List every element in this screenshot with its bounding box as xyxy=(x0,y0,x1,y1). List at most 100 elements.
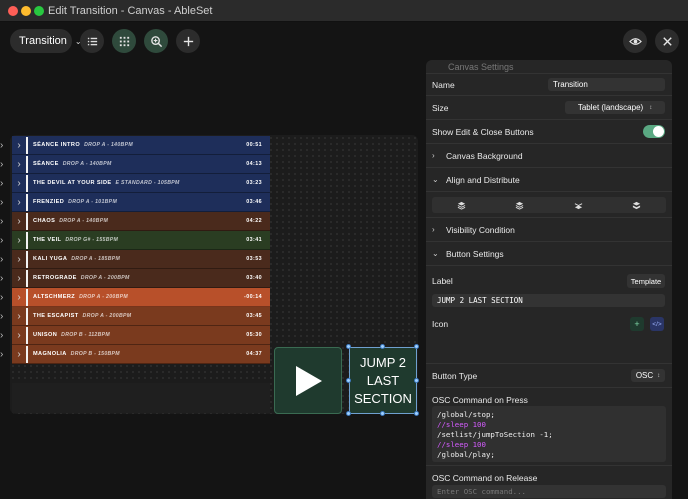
song-name: MAGNOLIA xyxy=(33,351,67,357)
osc-release-input[interactable]: Enter OSC command... xyxy=(432,485,666,498)
chevron-right-icon[interactable]: › xyxy=(12,311,26,322)
close-icon xyxy=(662,36,672,46)
zoom-button[interactable] xyxy=(144,29,168,53)
resize-handle-tr[interactable] xyxy=(414,344,419,349)
row-divider xyxy=(26,326,28,344)
section-align-distribute[interactable]: ⌄ Align and Distribute xyxy=(426,167,672,191)
setlist-row[interactable]: › SÉANCE DROP A - 140BPM 04:13 xyxy=(12,155,270,174)
chevron-right-icon[interactable]: › xyxy=(12,216,26,227)
song-name: SÉANCE INTRO xyxy=(33,142,81,148)
chevron-down-icon: ⌄ xyxy=(432,175,439,184)
song-name: THE DEVIL AT YOUR SIDE xyxy=(33,180,112,186)
canvas-select[interactable]: Transition ⌄ xyxy=(10,29,82,53)
jump-label-line1: JUMP 2 xyxy=(359,354,406,370)
setlist-row[interactable]: › KALI YUGA DROP A - 185BPM 03:53 xyxy=(12,250,270,269)
song-info: DROP A - 140BPM xyxy=(62,161,112,167)
chevron-right-icon[interactable]: › xyxy=(12,292,26,303)
chevron-right-icon[interactable]: › xyxy=(12,197,26,208)
resize-handle-bl[interactable] xyxy=(346,411,351,416)
name-input[interactable]: Transition xyxy=(548,78,665,91)
setlist-row[interactable]: › CHAOS DROP A - 140BPM 04:22 xyxy=(12,212,270,231)
size-select[interactable]: Tablet (landscape) ↕ xyxy=(565,101,665,114)
align-tools-row xyxy=(426,191,672,217)
chevron-right-icon[interactable]: › xyxy=(12,349,26,360)
button-type-row: Button Type OSC ↕ xyxy=(426,363,672,387)
setlist-row[interactable]: › ALTSCHMERZ DROP A - 200BPM -00:14 xyxy=(12,288,270,307)
setlist-row[interactable]: › SÉANCE INTRO DROP A - 140BPM 00:51 xyxy=(12,136,270,155)
setlist-row[interactable]: › THE ESCAPIST DROP A - 200BPM 03:45 xyxy=(12,307,270,326)
setlist-row[interactable]: › THE DEVIL AT YOUR SIDE E STANDARD - 105B… xyxy=(12,174,270,193)
align-right-icon[interactable] xyxy=(574,201,583,210)
close-window-button[interactable] xyxy=(8,6,18,16)
play-button[interactable] xyxy=(274,347,342,414)
setlist-row[interactable]: › MAGNOLIA DROP B - 150BPM 04:37 xyxy=(12,345,270,364)
setlist-row[interactable]: › FRENZIED DROP A - 101BPM 03:46 xyxy=(12,193,270,212)
grid-toggle-button[interactable] xyxy=(112,29,136,53)
resize-handle-tl[interactable] xyxy=(346,344,351,349)
distribute-icon[interactable] xyxy=(632,201,641,210)
song-info: E STANDARD - 105BPM xyxy=(115,180,180,186)
resize-handle-r[interactable] xyxy=(414,378,419,383)
chevron-right-icon[interactable]: › xyxy=(12,235,26,246)
chevron-right-icon: › xyxy=(0,292,4,303)
chevron-right-icon: › xyxy=(0,254,4,265)
resize-handle-br[interactable] xyxy=(414,411,419,416)
resize-handle-l[interactable] xyxy=(346,378,351,383)
add-element-button[interactable] xyxy=(176,29,200,53)
minimize-window-button[interactable] xyxy=(21,6,31,16)
section-canvas-background[interactable]: › Canvas Background xyxy=(426,143,672,167)
osc-release-label: OSC Command on Release xyxy=(432,473,538,483)
osc-command-line: /global/stop; xyxy=(437,410,495,419)
setlist-row[interactable]: › THE VEIL DROP G# - 155BPM 03:41 xyxy=(12,231,270,250)
osc-command-line: /global/play; xyxy=(437,450,495,459)
preview-button[interactable] xyxy=(623,29,647,53)
osc-comment-line: //sleep 100 xyxy=(437,440,486,449)
setlist-widget[interactable]: › SÉANCE INTRO DROP A - 140BPM 00:51 › SÉANCE… xyxy=(12,136,270,364)
jump-label-line2: LAST xyxy=(366,372,400,388)
updown-chevron-icon: ↕ xyxy=(657,372,661,379)
button-type-label: Button Type xyxy=(432,370,478,381)
chevron-right-icon[interactable]: › xyxy=(12,330,26,341)
song-info: DROP A - 140BPM xyxy=(59,218,109,224)
show-buttons-row: Show Edit & Close Buttons xyxy=(426,119,672,143)
code-icon-button[interactable]: </> xyxy=(650,317,664,331)
zoom-window-button[interactable] xyxy=(34,6,44,16)
section-canvas-background-label: Canvas Background xyxy=(446,150,523,161)
song-info: DROP B - 112BPM xyxy=(61,332,111,338)
show-buttons-toggle[interactable] xyxy=(643,125,665,138)
button-type-select[interactable]: OSC ↕ xyxy=(631,369,665,382)
chevron-right-icon: › xyxy=(432,151,435,160)
setlist-row[interactable]: › UNISON DROP B - 112BPM 05:30 xyxy=(12,326,270,345)
chevron-right-icon[interactable]: › xyxy=(12,254,26,265)
close-editor-button[interactable] xyxy=(655,29,679,53)
song-duration: 04:22 xyxy=(246,218,262,224)
resize-handle-b[interactable] xyxy=(380,411,385,416)
list-view-button[interactable] xyxy=(80,29,104,53)
add-icon-button[interactable]: + xyxy=(630,317,644,331)
osc-press-editor[interactable]: /global/stop;//sleep 100/setlist/jumpToS… xyxy=(432,406,666,462)
code-icon: </> xyxy=(652,320,662,328)
resize-handle-t[interactable] xyxy=(380,344,385,349)
chevron-right-icon: › xyxy=(0,311,4,322)
label-input[interactable]: JUMP 2 LAST SECTION xyxy=(432,294,665,307)
chevron-right-icon[interactable]: › xyxy=(12,159,26,170)
section-visibility-condition[interactable]: › Visibility Condition xyxy=(426,217,672,241)
setlist-row[interactable]: › RETROGRADE DROP A - 200BPM 03:40 xyxy=(12,269,270,288)
chevron-right-icon[interactable]: › xyxy=(12,178,26,189)
section-button-settings[interactable]: ⌄ Button Settings xyxy=(426,241,672,265)
jump-last-section-button[interactable]: JUMP 2 LAST SECTION xyxy=(349,347,417,414)
row-divider xyxy=(26,269,28,287)
song-name: SÉANCE xyxy=(33,161,59,167)
song-duration: 03:41 xyxy=(246,237,262,243)
chevron-right-icon[interactable]: › xyxy=(12,140,26,151)
align-center-icon[interactable] xyxy=(515,201,524,210)
updown-chevron-icon: ↕ xyxy=(649,104,653,111)
chevron-right-icon: › xyxy=(432,225,435,234)
template-button[interactable]: Template xyxy=(627,274,665,288)
align-left-icon[interactable] xyxy=(457,201,466,210)
chevron-right-icon[interactable]: › xyxy=(12,273,26,284)
song-duration: -00:14 xyxy=(244,294,262,300)
size-select-value: Tablet (landscape) xyxy=(577,103,644,112)
song-name: KALI YUGA xyxy=(33,256,68,262)
song-name: CHAOS xyxy=(33,218,56,224)
